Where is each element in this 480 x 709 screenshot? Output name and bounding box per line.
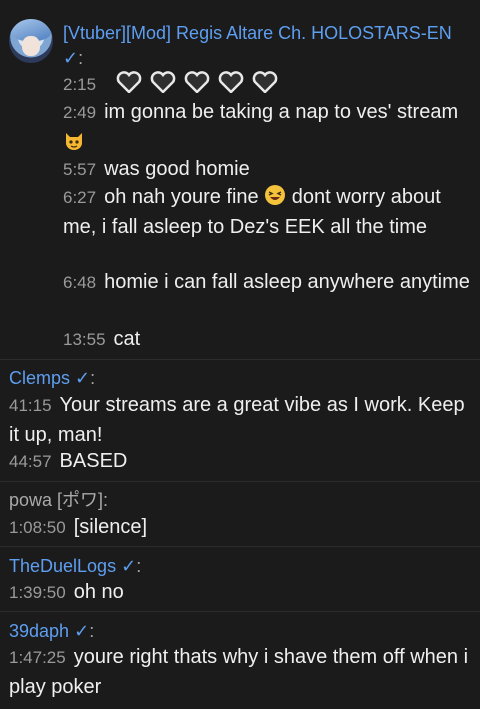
message-text: youre right thats why i shave them off w…	[9, 646, 469, 698]
author-label[interactable]: 39daph	[9, 621, 69, 641]
timestamp[interactable]: 1:39:50	[9, 583, 66, 602]
author-badge-line: ✓:	[63, 48, 84, 68]
cat-face-icon	[66, 132, 82, 150]
message-text: [silence]	[73, 516, 148, 538]
heart-emote-icon	[116, 71, 141, 93]
timestamp[interactable]: 1:47:25	[9, 648, 66, 667]
timestamp[interactable]: 5:57	[63, 160, 96, 179]
timestamp[interactable]: 2:49	[63, 103, 96, 122]
author-name[interactable]: powa [ポワ]:	[9, 486, 108, 514]
message-text: BASED	[59, 450, 128, 472]
author-label[interactable]: powa [ポワ]	[9, 490, 103, 510]
avatar[interactable]	[9, 19, 53, 63]
verified-icon: ✓	[63, 48, 79, 68]
author-name[interactable]: TheDuelLogs ✓:	[9, 552, 141, 580]
author-label[interactable]: [Vtuber][Mod] Regis Altare Ch. HOLOSTARS…	[63, 23, 452, 43]
divider	[0, 546, 480, 547]
heart-emote-icon	[218, 71, 243, 93]
timestamp[interactable]: 6:48	[63, 273, 96, 292]
chat-message: 41:15 Your streams are a great vibe as I …	[9, 391, 474, 449]
divider	[0, 481, 480, 482]
chat-message: 6:27 oh nah youre fine dont worry about m…	[63, 183, 473, 241]
timestamp[interactable]: 44:57	[9, 452, 52, 471]
author-name[interactable]: 39daph ✓:	[9, 617, 94, 645]
chat-replay: [Vtuber][Mod] Regis Altare Ch. HOLOSTARS…	[0, 0, 480, 709]
heart-emote-row	[116, 71, 278, 93]
timestamp[interactable]: 2:15	[63, 75, 96, 94]
author-name[interactable]: [Vtuber][Mod] Regis Altare Ch. HOLOSTARS…	[63, 19, 452, 47]
divider	[0, 611, 480, 612]
chat-message: 2:49 im gonna be taking a nap to ves' str…	[63, 98, 473, 156]
chat-message: 5:57 was good homie	[63, 155, 250, 185]
heart-emote-icon	[184, 71, 209, 93]
timestamp[interactable]: 13:55	[63, 330, 106, 349]
timestamp[interactable]: 41:15	[9, 396, 52, 415]
message-text: homie i can fall asleep anywhere anytime	[104, 271, 470, 293]
message-text: Your streams are a great vibe as I work.…	[9, 394, 465, 446]
heart-emote-icon	[252, 71, 277, 93]
chat-message: 1:47:25 youre right thats why i shave the…	[9, 643, 474, 701]
chat-message: 2:15	[63, 70, 278, 100]
chat-message: 13:55 cat	[63, 325, 140, 355]
author-label[interactable]: Clemps	[9, 368, 70, 388]
divider	[0, 359, 480, 360]
message-text: cat	[113, 328, 141, 350]
timestamp[interactable]: 1:08:50	[9, 518, 66, 537]
chat-message: 1:08:50 [silence]	[9, 513, 147, 543]
laughing-face-icon	[265, 185, 286, 205]
author-label[interactable]: TheDuelLogs	[9, 556, 116, 576]
timestamp[interactable]: 6:27	[63, 188, 96, 207]
verified-icon: ✓	[74, 621, 90, 641]
author-name[interactable]: Clemps ✓:	[9, 364, 95, 392]
chat-message: 6:48 homie i can fall asleep anywhere any…	[63, 268, 473, 298]
chat-message: 1:39:50 oh no	[9, 578, 124, 608]
heart-emote-icon	[150, 71, 175, 93]
message-text: was good homie	[104, 158, 250, 180]
message-text: oh nah youre fine	[104, 186, 259, 208]
message-text: im gonna be taking a nap to ves' stream	[104, 101, 459, 123]
verified-icon: ✓	[75, 368, 91, 388]
chat-message: 44:57 BASED	[9, 447, 127, 477]
verified-icon: ✓	[121, 556, 137, 576]
message-text: oh no	[73, 581, 124, 603]
